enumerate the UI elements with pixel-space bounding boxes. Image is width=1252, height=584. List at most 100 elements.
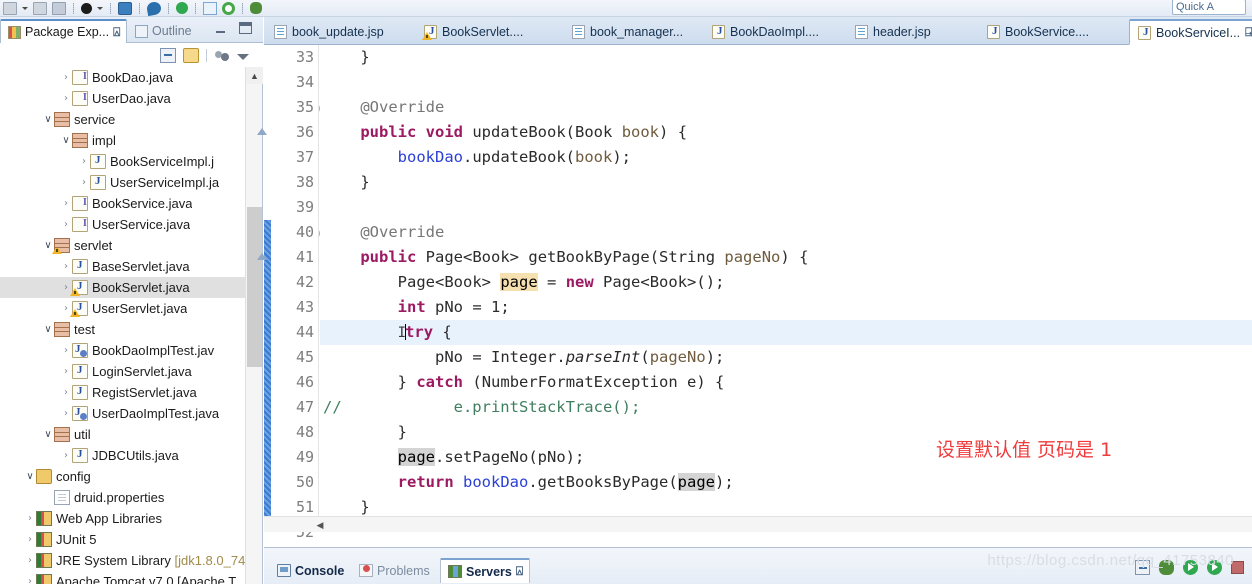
chevron-down-icon[interactable]: ∨ (42, 324, 54, 335)
view-chevron-down-icon[interactable] (237, 54, 249, 60)
editor-tab-2[interactable]: book_manager... (564, 19, 691, 45)
tree-item[interactable]: › Web App Libraries (0, 508, 246, 529)
tree-item[interactable]: ∨ servlet (0, 235, 246, 256)
tree-item[interactable]: druid.properties (0, 487, 246, 508)
close-icon[interactable]: ⍓ (113, 25, 120, 40)
code-line[interactable]: } (320, 45, 1252, 70)
chevron-right-icon[interactable]: › (24, 534, 36, 545)
chevron-right-icon[interactable]: › (60, 93, 72, 104)
tree-item[interactable]: › UserDaoImplTest.java (0, 403, 246, 424)
tree-item[interactable]: › JUnit 5 (0, 529, 246, 550)
tree-item[interactable]: ∨ test (0, 319, 246, 340)
quick-access-input[interactable]: Quick A (1172, 0, 1246, 15)
chevron-right-icon[interactable]: › (60, 408, 72, 419)
code-line[interactable]: } (320, 170, 1252, 195)
chevron-right-icon[interactable]: › (24, 555, 36, 566)
editor-tab-5[interactable]: BookService.... (979, 19, 1097, 45)
tree-item[interactable]: ∨ impl (0, 130, 246, 151)
tab-problems[interactable]: Problems (352, 558, 437, 583)
editor-tab-3[interactable]: BookDaoImpl.... (704, 19, 827, 45)
tree-item[interactable]: ∨ service (0, 109, 246, 130)
save-all-icon[interactable] (33, 1, 47, 15)
link-with-editor-icon[interactable] (183, 47, 199, 63)
tab-servers[interactable]: Servers ⍓ (440, 558, 531, 583)
chevron-right-icon[interactable]: › (24, 576, 36, 584)
code-line[interactable]: public Page<Book> getBookByPage(String p… (320, 245, 1252, 270)
code-line[interactable]: Page<Book> page = new Page<Book>(); (320, 270, 1252, 295)
code-line[interactable]: pNo = Integer.parseInt(pageNo); (320, 345, 1252, 370)
chevron-right-icon[interactable]: › (60, 345, 72, 356)
chevron-right-icon[interactable]: › (60, 198, 72, 209)
code-line[interactable]: } (320, 420, 1252, 445)
tree-item[interactable]: › JDBCUtils.java (0, 445, 246, 466)
scroll-left-icon[interactable]: ◀ (312, 517, 328, 533)
chevron-right-icon[interactable]: › (60, 450, 72, 461)
tree-item[interactable]: › UserDao.java (0, 88, 246, 109)
tab-package-explorer[interactable]: Package Exp... ⍓ (0, 19, 128, 43)
minimize-icon[interactable] (215, 24, 227, 35)
validate-icon[interactable] (176, 2, 188, 14)
tree-item[interactable]: › BookDao.java (0, 67, 246, 88)
tree-item[interactable]: ∨ util (0, 424, 246, 445)
code-text[interactable]: } @Override public void updateBook(Book … (320, 45, 1252, 532)
tree-item[interactable]: › UserServiceImpl.ja (0, 172, 246, 193)
chevron-down-icon[interactable]: ∨ (24, 471, 36, 482)
chevron-right-icon[interactable]: › (24, 513, 36, 524)
tree-item[interactable]: ›UserServlet.java (0, 298, 246, 319)
save-icon[interactable] (3, 1, 17, 15)
tree-item[interactable]: › Apache Tomcat v7.0 [Apache T (0, 571, 246, 584)
tree-item[interactable]: › RegistServlet.java (0, 382, 246, 403)
tree-item[interactable]: › UserService.java (0, 214, 246, 235)
code-line[interactable]: Itry { (320, 320, 1252, 345)
code-line[interactable]: bookDao.updateBook(book); (320, 145, 1252, 170)
chevron-right-icon[interactable]: › (78, 177, 90, 188)
editor-tab-4[interactable]: header.jsp (847, 19, 939, 45)
collapse-all-icon[interactable] (160, 47, 176, 63)
refresh-icon[interactable] (222, 1, 235, 15)
debug-dropdown-caret-icon[interactable] (97, 6, 103, 10)
code-line[interactable]: public void updateBook(Book book) { (320, 120, 1252, 145)
maximize-icon[interactable] (239, 22, 252, 34)
tab-outline[interactable]: Outline (128, 19, 199, 43)
chevron-right-icon[interactable]: › (60, 366, 72, 377)
print-icon[interactable] (52, 1, 66, 15)
chevron-down-icon[interactable]: ∨ (42, 429, 54, 440)
code-line[interactable]: @Override (320, 220, 1252, 245)
editor-tab-1[interactable]: BookServlet.... (416, 19, 531, 45)
tree-item[interactable]: › BookService.java (0, 193, 246, 214)
tree-item[interactable]: ∨ config (0, 466, 246, 487)
chevron-right-icon[interactable]: › (60, 219, 72, 230)
tab-console[interactable]: Console (270, 558, 351, 583)
tree-item[interactable]: › LoginServlet.java (0, 361, 246, 382)
close-icon[interactable]: ⍈ (1245, 25, 1252, 40)
tree-item[interactable]: › BookServiceImpl.j (0, 151, 246, 172)
code-line[interactable]: } catch (NumberFormatException e) { (320, 370, 1252, 395)
tree-item[interactable]: › BaseServlet.java (0, 256, 246, 277)
tree-item-selected[interactable]: ›BookServlet.java (0, 277, 246, 298)
code-line[interactable] (320, 195, 1252, 220)
tree-vertical-scrollbar[interactable]: ▲ (245, 67, 263, 584)
open-type-icon[interactable] (203, 1, 217, 15)
chevron-right-icon[interactable]: › (60, 261, 72, 272)
chevron-right-icon[interactable]: › (78, 156, 90, 167)
debug-icon[interactable] (81, 2, 92, 14)
editor-horizontal-scrollbar[interactable]: ◀ (264, 516, 1252, 532)
view-menu-icon[interactable] (214, 48, 230, 63)
chevron-right-icon[interactable]: › (60, 387, 72, 398)
ant-icon[interactable] (250, 2, 262, 14)
code-line[interactable]: // e.printStackTrace(); (320, 395, 1252, 420)
code-line[interactable] (320, 70, 1252, 95)
chevron-down-icon[interactable]: ∨ (60, 135, 72, 146)
chevron-down-icon[interactable]: ∨ (42, 114, 54, 125)
tree-item[interactable]: › BookDaoImplTest.jav (0, 340, 246, 361)
close-icon[interactable]: ⍓ (516, 564, 523, 579)
save-dropdown-caret-icon[interactable] (22, 6, 28, 10)
code-editor[interactable]: 33 34 35 36 37 38 39 40 41 42 43 44 45 46 47 48 49 50 51 52… (257, 45, 1252, 547)
scroll-up-icon[interactable]: ▲ (246, 67, 263, 84)
scrollbar-thumb[interactable] (247, 207, 262, 367)
code-line[interactable]: int pNo = 1; (320, 295, 1252, 320)
editor-tab-0[interactable]: book_update.jsp (266, 19, 392, 45)
code-line[interactable]: @Override (320, 95, 1252, 120)
code-line[interactable]: return bookDao.getBooksByPage(page); (320, 470, 1252, 495)
run-console-icon[interactable] (118, 1, 132, 15)
